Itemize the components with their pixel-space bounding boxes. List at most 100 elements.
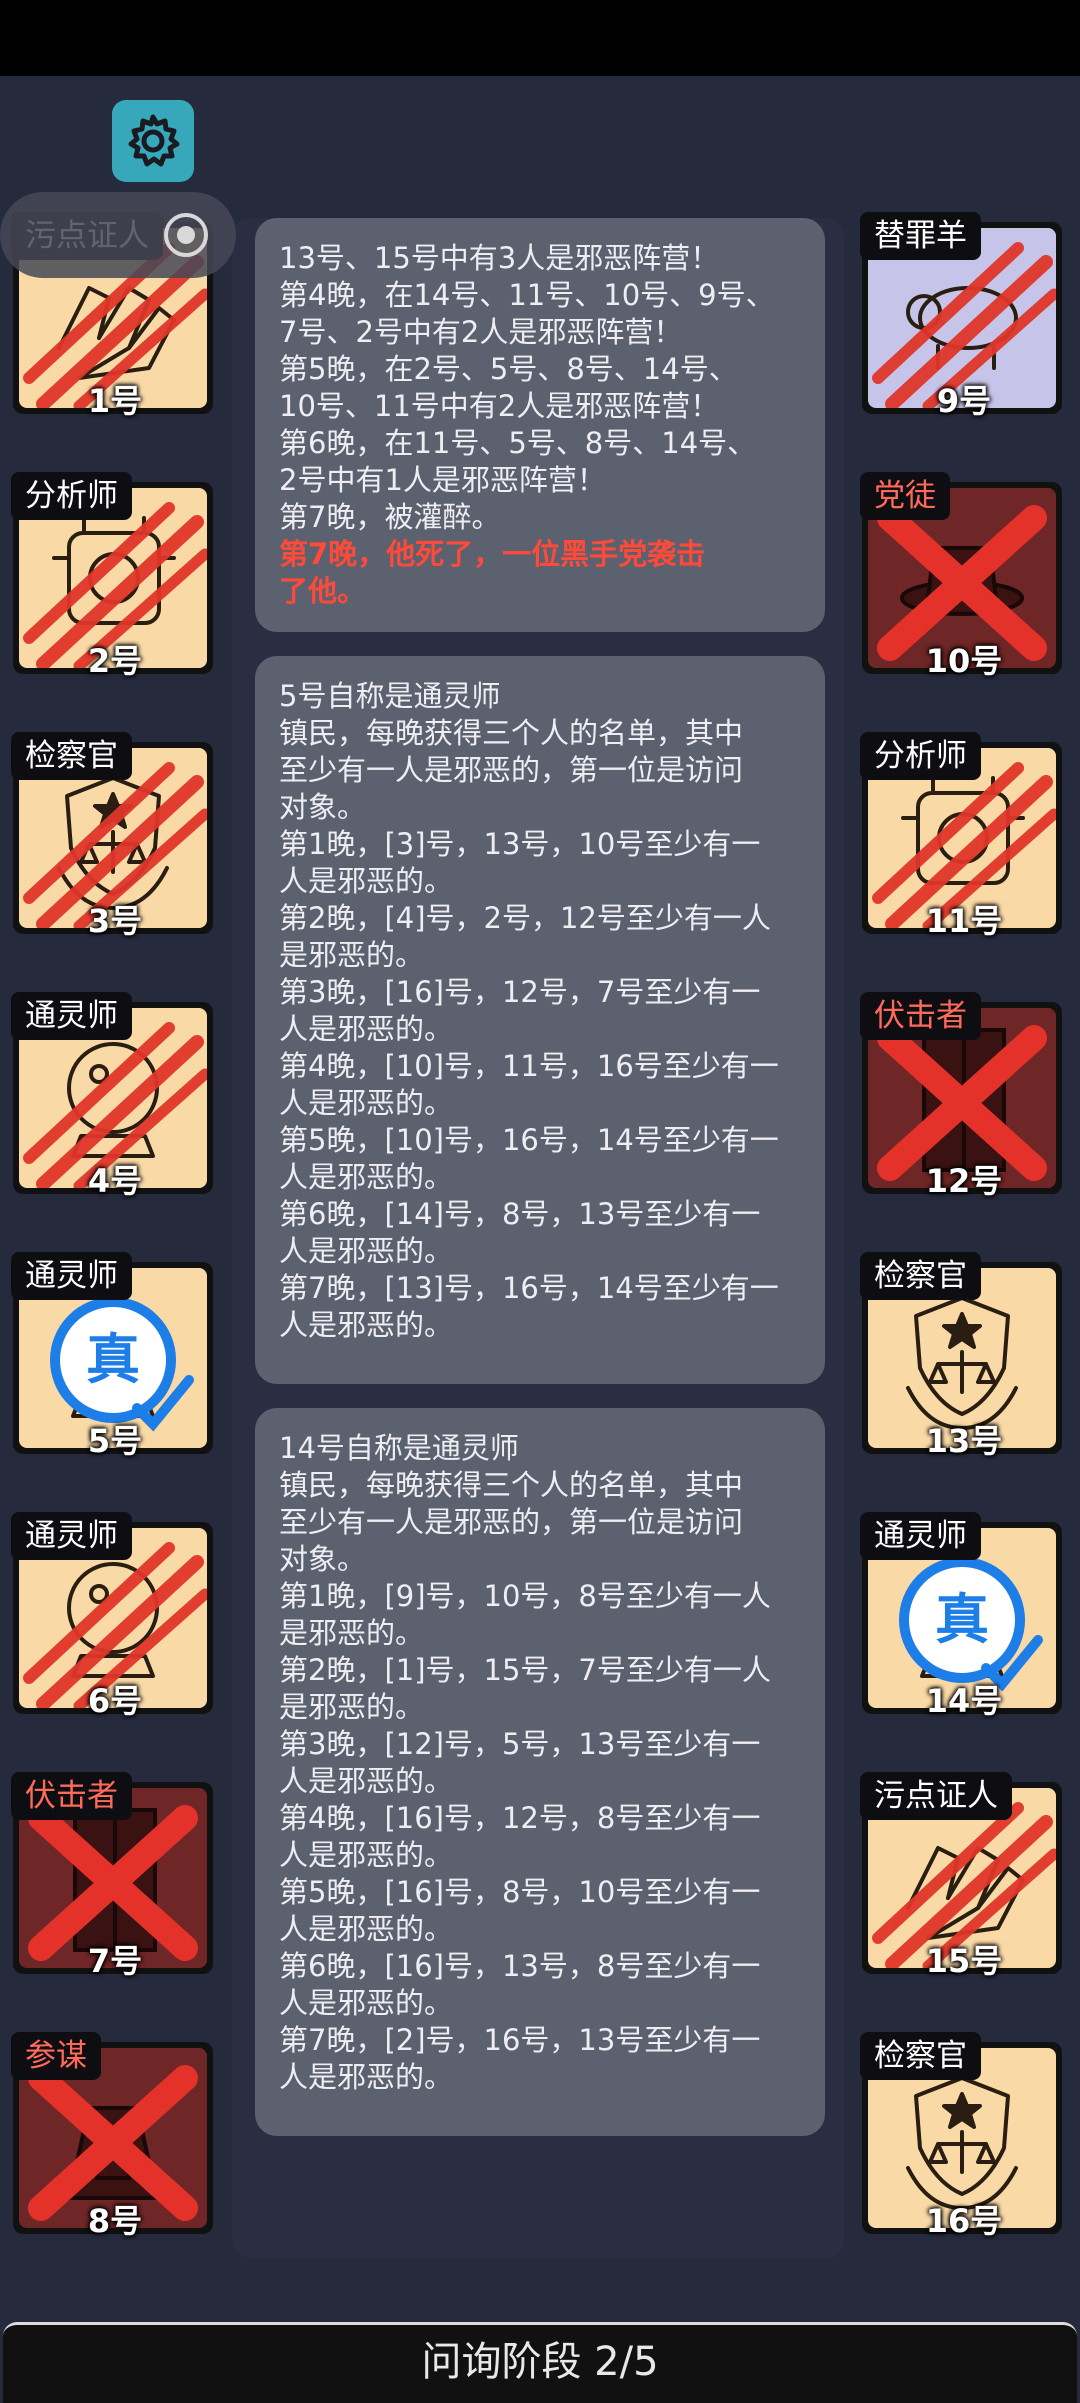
message-line: 第4晚，[10]号，11号，16号至少有一 xyxy=(279,1049,779,1083)
role-label: 参谋 xyxy=(11,2032,101,2080)
message-line: 人是邪恶的。 xyxy=(279,1308,454,1342)
role-label: 通灵师 xyxy=(11,1512,132,1560)
message-line: 第7晚，[2]号，16号，13号至少有一 xyxy=(279,2023,761,2057)
message-line: 人是邪恶的。 xyxy=(279,1986,454,2020)
message-line: 是邪恶的。 xyxy=(279,1616,425,1650)
player-card[interactable]: 伏击者 12号 xyxy=(858,992,1070,1200)
true-badge-label: 真 xyxy=(935,1588,989,1651)
role-label: 通灵师 xyxy=(11,1252,132,1300)
message-line: 第1晚，[3]号，13号，10号至少有一 xyxy=(279,827,761,861)
player-number: 1号 xyxy=(87,382,143,420)
message-line: 10号、11号中有2人是邪恶阵营！ xyxy=(279,389,720,423)
role-label: 通灵师 xyxy=(860,1512,981,1560)
message-line: 第6晚，[16]号，13号，8号至少有一 xyxy=(279,1949,761,1983)
player-number: 6号 xyxy=(87,1682,143,1720)
message-line: 对象。 xyxy=(279,1542,367,1576)
status-bar xyxy=(0,0,1080,76)
player-card[interactable]: 参谋 8号 xyxy=(9,2032,221,2240)
player-number: 12号 xyxy=(925,1162,1003,1200)
player-card[interactable]: 替罪羊 9号 xyxy=(858,212,1070,420)
player-number: 16号 xyxy=(925,2202,1003,2240)
player-card[interactable]: 通灵师 6号 xyxy=(9,1512,221,1720)
message-card: 14号自称是通灵师 镇民，每晚获得三个人的名单，其中 至少有一人是邪恶的，第一位是访… xyxy=(255,1408,825,2136)
role-label: 检察官 xyxy=(11,732,132,780)
player-card[interactable]: 真 通灵师 5号 xyxy=(9,1252,221,1460)
player-number: 14号 xyxy=(925,1682,1003,1720)
message-line: 第2晚，[4]号，2号，12号至少有一人 xyxy=(279,901,771,935)
message-line: 第7晚，被灌醉。 xyxy=(279,500,501,534)
message-line: 镇民，每晚获得三个人的名单，其中 xyxy=(279,1468,744,1502)
floating-toggle[interactable] xyxy=(0,192,236,278)
message-card: 5号自称是通灵师 镇民，每晚获得三个人的名单，其中 至少有一人是邪恶的，第一位是访问… xyxy=(255,656,825,1384)
player-number: 15号 xyxy=(925,1942,1003,1980)
message-line: 人是邪恶的。 xyxy=(279,1160,454,1194)
true-badge-label: 真 xyxy=(86,1328,140,1391)
message-line: 人是邪恶的。 xyxy=(279,1912,454,1946)
message-line: 对象。 xyxy=(279,790,367,824)
player-card[interactable]: 分析师 2号 xyxy=(9,472,221,680)
role-label: 伏击者 xyxy=(11,1772,132,1820)
role-label: 污点证人 xyxy=(860,1772,1012,1820)
message-line: 第1晚，[9]号，10号，8号至少有一人 xyxy=(279,1579,771,1613)
role-label: 伏击者 xyxy=(860,992,981,1040)
message-line: 第7晚，[13]号，16号，14号至少有一 xyxy=(279,1271,779,1305)
role-label: 检察官 xyxy=(860,1252,981,1300)
message-line: 5号自称是通灵师 xyxy=(279,679,501,713)
player-number: 11号 xyxy=(925,902,1003,940)
player-card[interactable]: 检察官 16号 xyxy=(858,2032,1070,2240)
message-line: 13号、15号中有3人是邪恶阵营！ xyxy=(279,241,720,275)
role-label: 替罪羊 xyxy=(860,212,981,260)
player-number: 3号 xyxy=(87,902,143,940)
phase-label: 问询阶段 2/5 xyxy=(421,2339,659,2385)
message-line: 人是邪恶的。 xyxy=(279,864,454,898)
player-number: 8号 xyxy=(87,2202,143,2240)
toggle-knob-icon[interactable] xyxy=(164,213,208,257)
player-number: 9号 xyxy=(936,382,992,420)
message-line: 镇民，每晚获得三个人的名单，其中 xyxy=(279,716,744,750)
player-number: 7号 xyxy=(87,1942,143,1980)
death-notice-line: 第7晚，他死了，一位黑手党袭击 xyxy=(279,537,706,571)
message-line: 第5晚，在2号、5号、8号、14号、 xyxy=(279,352,738,386)
player-number: 2号 xyxy=(87,642,143,680)
message-line: 人是邪恶的。 xyxy=(279,1764,454,1798)
message-line: 2号中有1人是邪恶阵营！ xyxy=(279,463,606,497)
player-number: 13号 xyxy=(925,1422,1003,1460)
message-line: 第2晚，[1]号，15号，7号至少有一人 xyxy=(279,1653,771,1687)
message-line: 至少有一人是邪恶的，第一位是访问 xyxy=(279,1505,744,1539)
role-label: 检察官 xyxy=(860,2032,981,2080)
role-label: 党徒 xyxy=(860,472,950,520)
message-line: 是邪恶的。 xyxy=(279,1690,425,1724)
message-line: 第6晚，在11号、5号、8号、14号、 xyxy=(279,426,757,460)
player-number: 10号 xyxy=(925,642,1003,680)
message-line: 第6晚，[14]号，8号，13号至少有一 xyxy=(279,1197,761,1231)
player-number: 4号 xyxy=(87,1162,143,1200)
player-card[interactable]: 真 通灵师 14号 xyxy=(858,1512,1070,1720)
message-line: 第5晚，[10]号，16号，14号至少有一 xyxy=(279,1123,779,1157)
message-line: 第4晚，[16]号，12号，8号至少有一 xyxy=(279,1801,761,1835)
message-line: 14号自称是通灵师 xyxy=(279,1431,519,1465)
message-line: 第4晚，在14号、11号、10号、9号、 xyxy=(279,278,775,312)
message-line: 是邪恶的。 xyxy=(279,938,425,972)
player-card[interactable]: 党徒 10号 xyxy=(858,472,1070,680)
player-card[interactable]: 通灵师 4号 xyxy=(9,992,221,1200)
role-label: 分析师 xyxy=(860,732,981,780)
settings-button[interactable] xyxy=(112,100,194,182)
role-label: 通灵师 xyxy=(11,992,132,1040)
player-card[interactable]: 检察官 3号 xyxy=(9,732,221,940)
message-line: 人是邪恶的。 xyxy=(279,1838,454,1872)
player-number: 5号 xyxy=(87,1422,143,1460)
message-card: 13号、15号中有3人是邪恶阵营！ 第4晚，在14号、11号、10号、9号、 7号、… xyxy=(255,218,825,632)
player-card[interactable]: 伏击者 7号 xyxy=(9,1772,221,1980)
message-line: 第5晚，[16]号，8号，10号至少有一 xyxy=(279,1875,761,1909)
message-line: 至少有一人是邪恶的，第一位是访问 xyxy=(279,753,744,787)
player-card[interactable]: 污点证人 15号 xyxy=(858,1772,1070,1980)
message-line: 人是邪恶的。 xyxy=(279,2060,454,2094)
message-line: 人是邪恶的。 xyxy=(279,1012,454,1046)
role-label: 分析师 xyxy=(11,472,132,520)
message-line: 7号、2号中有2人是邪恶阵营！ xyxy=(279,315,683,349)
gear-icon xyxy=(128,114,180,167)
phase-bar: 问询阶段 2/5 xyxy=(3,2322,1077,2403)
player-card[interactable]: 检察官 13号 xyxy=(858,1252,1070,1460)
player-card[interactable]: 分析师 11号 xyxy=(858,732,1070,940)
message-line: 第3晚，[12]号，5号，13号至少有一 xyxy=(279,1727,761,1761)
